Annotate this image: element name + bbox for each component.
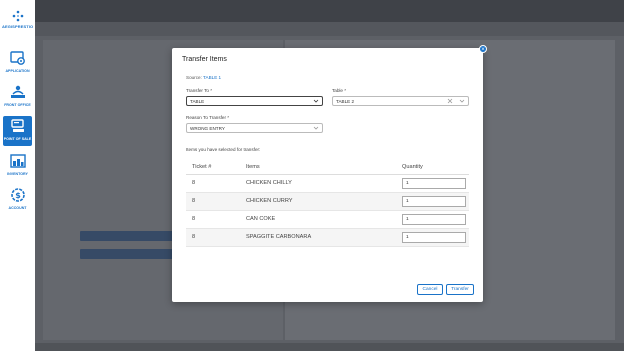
inventory-icon (9, 154, 26, 168)
brand-name: AEGISPRESTIO (2, 24, 34, 29)
brand-logo: AEGISPRESTIO (2, 10, 33, 29)
chevron-down-icon (459, 99, 465, 103)
table-row: 8 CHICKEN CURRY 1 (186, 192, 469, 211)
column-header-ticket: Ticket # (186, 161, 240, 175)
reason-select[interactable]: WRONG ENTRY (186, 123, 323, 133)
quantity-input[interactable]: 1 (402, 213, 466, 225)
source-line: Source: TABLE 1 (186, 75, 221, 80)
quantity-cell: 1 (396, 174, 469, 193)
ticket-cell: 8 (186, 174, 240, 193)
item-cell: CHICKEN CHILLY (240, 174, 396, 193)
sidebar-item-label: FRONT OFFICE (4, 103, 31, 107)
sidebar-item-label: POINT OF SALE (3, 137, 32, 141)
chevron-down-icon (313, 126, 319, 130)
transfer-items-dialog: Transfer Items Source: TABLE 1 Transfer … (172, 48, 483, 302)
table-row: 8 CAN COKE 1 (186, 210, 469, 229)
column-header-quantity: Quantity (396, 161, 469, 175)
sidebar: AEGISPRESTIO APPLICATION FRONT OFFICE PO… (0, 0, 35, 351)
ticket-cell: 8 (186, 228, 240, 247)
close-icon[interactable]: × (479, 45, 487, 53)
quantity-cell: 1 (396, 192, 469, 211)
account-dollar-icon: $ (10, 188, 25, 202)
quantity-input[interactable]: 1 (402, 231, 466, 243)
source-label: Source: (186, 75, 202, 80)
table-select[interactable]: TABLE 2 (332, 96, 469, 106)
clear-icon[interactable] (447, 98, 453, 104)
chevron-down-icon (313, 99, 319, 103)
background-button (80, 249, 175, 259)
sidebar-item-account[interactable]: $ ACCOUNT (3, 185, 32, 215)
table-value: TABLE 2 (336, 99, 355, 104)
cancel-button[interactable]: Cancel (417, 284, 443, 295)
point-of-sale-icon (10, 119, 24, 132)
quantity-input[interactable]: 1 (402, 177, 466, 189)
sidebar-item-inventory[interactable]: INVENTORY (3, 151, 32, 181)
source-value: TABLE 1 (203, 75, 222, 80)
items-note: Items you have selected for transfer: (186, 147, 261, 152)
transfer-items-table: Ticket # Items Quantity 8 CHICKEN CHILLY… (186, 161, 469, 247)
transfer-button[interactable]: Transfer (446, 284, 474, 295)
item-cell: CAN COKE (240, 210, 396, 229)
sidebar-item-label: APPLICATION (5, 69, 30, 73)
sidebar-item-label: ACCOUNT (8, 206, 27, 210)
transfer-to-value: TABLE (190, 99, 205, 104)
reason-value: WRONG ENTRY (190, 126, 225, 131)
quantity-cell: 1 (396, 210, 469, 229)
column-header-items: Items (240, 161, 396, 175)
table-header-row: Ticket # Items Quantity (186, 161, 469, 175)
background-footer (35, 343, 624, 351)
background-button (80, 231, 175, 241)
quantity-cell: 1 (396, 228, 469, 247)
background-tabs (35, 22, 624, 36)
background-header (35, 0, 624, 22)
front-office-icon (10, 85, 25, 98)
transfer-to-label: Transfer To * (186, 88, 213, 93)
sidebar-item-front-office[interactable]: FRONT OFFICE (3, 82, 32, 112)
item-cell: CHICKEN CURRY (240, 192, 396, 211)
brand-logo-icon (12, 10, 23, 22)
table-label: Table * (332, 88, 347, 93)
table-row: 8 CHICKEN CHILLY 1 (186, 174, 469, 193)
reason-label: Reason To Transfer * (186, 115, 230, 120)
dialog-title: Transfer Items (182, 56, 227, 63)
application-gear-icon (9, 51, 25, 65)
sidebar-item-application[interactable]: APPLICATION (3, 48, 32, 78)
svg-text:$: $ (15, 191, 21, 200)
item-cell: SPAGGITE CARBONARA (240, 228, 396, 247)
transfer-to-select[interactable]: TABLE (186, 96, 323, 106)
quantity-input[interactable]: 1 (402, 195, 466, 207)
sidebar-item-point-of-sale[interactable]: POINT OF SALE (3, 116, 32, 146)
sidebar-item-label: INVENTORY (7, 172, 28, 176)
ticket-cell: 8 (186, 210, 240, 229)
ticket-cell: 8 (186, 192, 240, 211)
table-row: 8 SPAGGITE CARBONARA 1 (186, 228, 469, 247)
